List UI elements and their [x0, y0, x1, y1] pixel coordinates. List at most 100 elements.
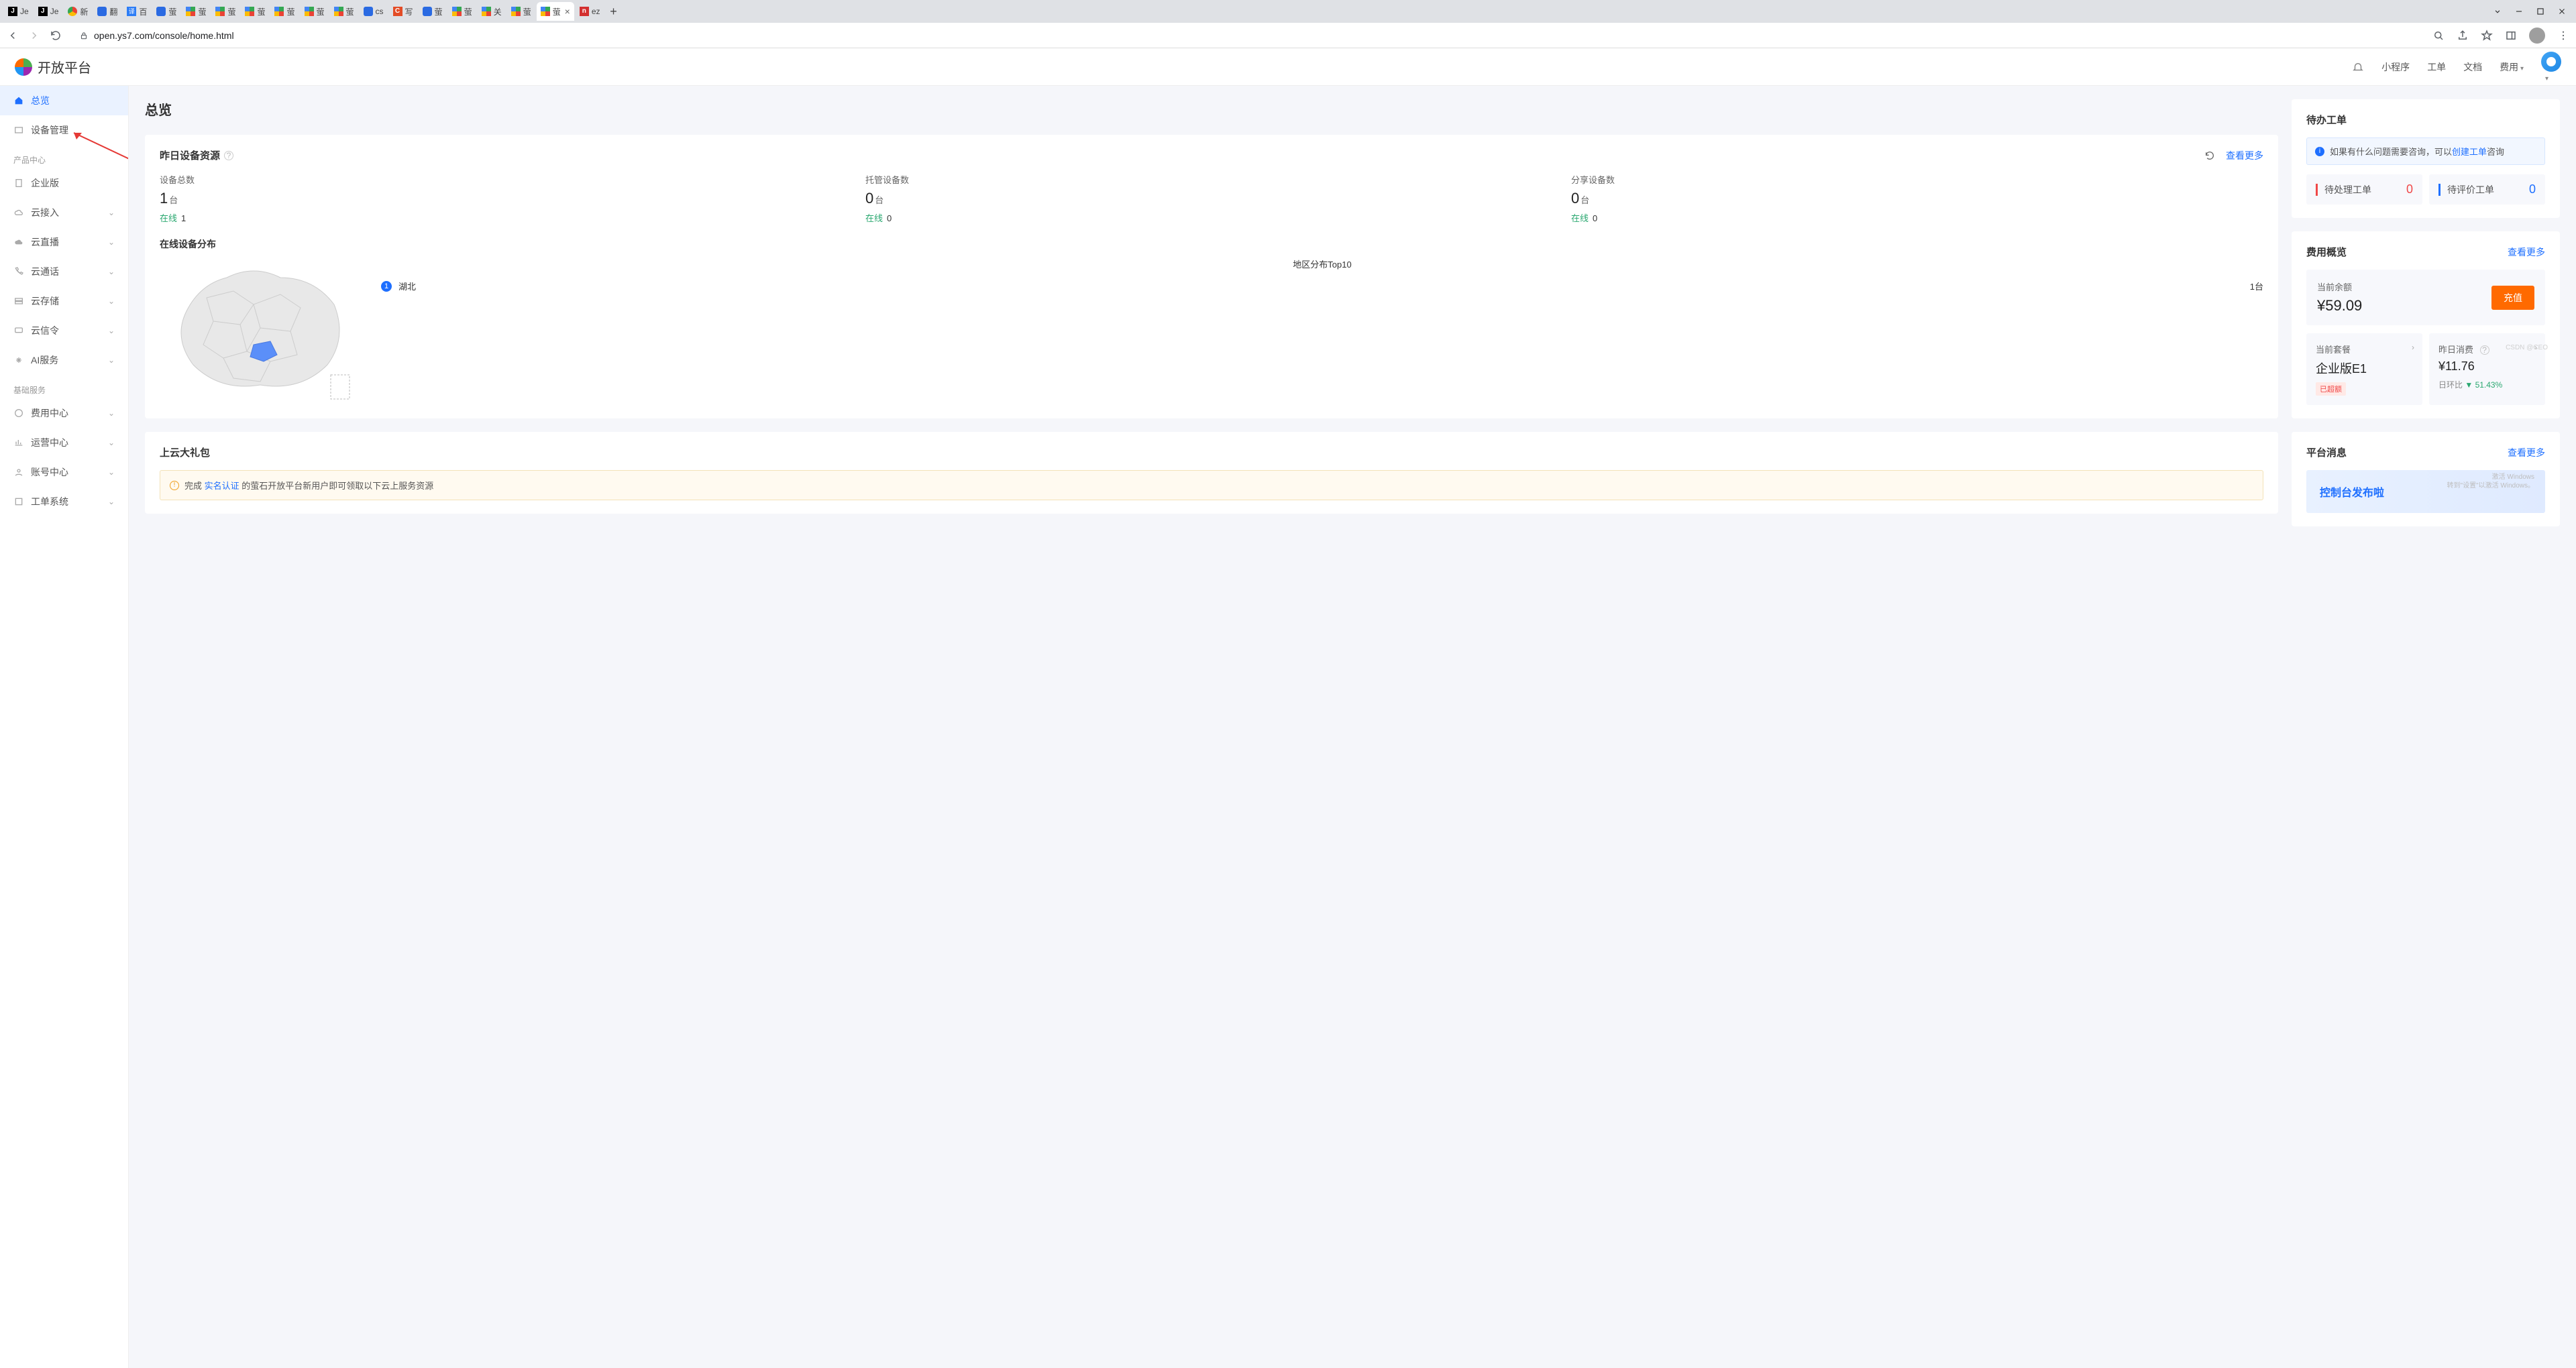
sidebar-item-enterprise[interactable]: 企业版	[0, 168, 128, 198]
card-cloud-gift: 上云大礼包 ! 完成 实名认证 的萤石开放平台新用户即可领取以下云上服务资源	[145, 432, 2278, 514]
browser-tab[interactable]: C写	[389, 2, 417, 21]
nav-docs[interactable]: 文档	[2463, 60, 2482, 74]
reload-icon[interactable]	[50, 30, 62, 42]
forward-icon[interactable]	[28, 30, 40, 42]
browser-tab[interactable]: 萤	[152, 2, 180, 21]
bell-icon[interactable]	[2352, 61, 2364, 73]
browser-tab[interactable]: 萤	[507, 2, 535, 21]
logo-icon	[15, 58, 32, 76]
main-content: 总览 昨日设备资源 ? 查看更多 设备总数 1台	[129, 86, 2576, 1368]
browser-tab-strip: JJe JJe 新 翻 译百 萤 萤 萤 萤 萤 萤 萤 cs C写 萤 萤 关…	[0, 0, 2576, 23]
help-icon[interactable]: ?	[2480, 345, 2489, 355]
kebab-menu-icon[interactable]	[2557, 30, 2569, 42]
chart-icon	[13, 437, 24, 448]
tabs-dropdown-icon[interactable]	[2493, 7, 2502, 16]
logo-text: 开放平台	[38, 57, 91, 76]
nav-fees[interactable]: 费用	[2500, 60, 2524, 74]
sidebar-item-ops-center[interactable]: 运营中心⌄	[0, 428, 128, 457]
back-icon[interactable]	[7, 30, 19, 42]
cloud-icon	[13, 237, 24, 247]
page-title: 总览	[145, 99, 2278, 119]
sidebar-item-overview[interactable]: 总览	[0, 86, 128, 115]
browser-tab[interactable]: 萤	[419, 2, 447, 21]
sidebar-item-cloud-access[interactable]: 云接入⌄	[0, 198, 128, 227]
review-tickets-box[interactable]: 待评价工单0	[2429, 174, 2545, 205]
stat-managed-devices: 托管设备数 0台 在线0	[865, 173, 1558, 224]
browser-tab[interactable]: 新	[64, 2, 92, 21]
browser-tab[interactable]: cs	[360, 2, 388, 21]
app-header: 开放平台 小程序 工单 文档 费用	[0, 48, 2576, 86]
url-input[interactable]: open.ys7.com/console/home.html	[71, 27, 2423, 44]
stat-shared-devices: 分享设备数 0台 在线0	[1571, 173, 2263, 224]
side-panel-icon[interactable]	[2505, 30, 2517, 42]
storage-icon	[13, 296, 24, 306]
ai-icon	[13, 355, 24, 365]
realname-link[interactable]: 实名认证	[205, 481, 239, 491]
profile-avatar-icon[interactable]	[2529, 27, 2545, 44]
view-more-link[interactable]: 查看更多	[2226, 149, 2263, 162]
browser-tab[interactable]: 萤	[301, 2, 329, 21]
lock-icon	[79, 31, 89, 40]
sidebar-group-product: 产品中心	[0, 145, 128, 168]
new-tab-button[interactable]: +	[606, 5, 622, 19]
sidebar-item-ai[interactable]: AI服务⌄	[0, 345, 128, 375]
browser-tab[interactable]: 译百	[123, 2, 151, 21]
refresh-icon[interactable]	[2204, 150, 2215, 161]
pending-tickets-box[interactable]: 待处理工单0	[2306, 174, 2422, 205]
sidebar-item-cloud-call[interactable]: 云通话⌄	[0, 257, 128, 286]
sidebar-item-devices[interactable]: 设备管理	[0, 115, 128, 145]
region-name: 湖北	[398, 280, 416, 292]
chevron-right-icon: ›	[2412, 343, 2414, 352]
url-text: open.ys7.com/console/home.html	[94, 30, 234, 41]
sidebar-item-cloud-signal[interactable]: 云信令⌄	[0, 316, 128, 345]
browser-tab[interactable]: 萤	[270, 2, 299, 21]
bookmark-star-icon[interactable]	[2481, 30, 2493, 42]
map-section-title: 在线设备分布	[160, 237, 2263, 251]
nav-miniprogram[interactable]: 小程序	[2381, 60, 2410, 74]
close-icon[interactable]: ×	[565, 6, 570, 17]
browser-tab[interactable]: 萤	[211, 2, 239, 21]
platform-message-banner[interactable]: 控制台发布啦 激活 Windows 转到"设置"以激活 Windows。	[2306, 470, 2545, 513]
over-quota-tag: 已超额	[2316, 382, 2346, 396]
share-icon[interactable]	[2457, 30, 2469, 42]
sidebar-item-cloud-live[interactable]: 云直播⌄	[0, 227, 128, 257]
nav-ticket[interactable]: 工单	[2427, 60, 2446, 74]
watermark-activate: 激活 Windows 转到"设置"以激活 Windows。	[2447, 473, 2534, 490]
maximize-icon[interactable]	[2536, 7, 2545, 16]
browser-tab-active[interactable]: 萤×	[537, 2, 574, 21]
card-todo-tickets: 待办工单 i 如果有什么问题需要咨询，可以创建工单咨询 待处理工单0 待评价工单…	[2292, 99, 2560, 218]
browser-tab[interactable]: nez	[576, 2, 604, 21]
create-ticket-banner: i 如果有什么问题需要咨询，可以创建工单咨询	[2306, 137, 2545, 165]
help-icon[interactable]: ?	[224, 151, 233, 160]
zoom-icon[interactable]	[2432, 30, 2445, 42]
phone-icon	[13, 266, 24, 277]
view-more-link[interactable]: 查看更多	[2508, 446, 2545, 459]
card-title: 费用概览	[2306, 245, 2347, 259]
realname-banner: ! 完成 实名认证 的萤石开放平台新用户即可领取以下云上服务资源	[160, 470, 2263, 500]
minimize-icon[interactable]	[2514, 7, 2524, 16]
card-device-resources: 昨日设备资源 ? 查看更多 设备总数 1台 在线1	[145, 135, 2278, 418]
sidebar-item-fee-center[interactable]: 费用中心⌄	[0, 398, 128, 428]
browser-tab[interactable]: 翻	[93, 2, 121, 21]
browser-tab[interactable]: 萤	[241, 2, 269, 21]
browser-tab[interactable]: 关	[478, 2, 506, 21]
browser-tab[interactable]: 萤	[330, 2, 358, 21]
browser-tab[interactable]: 萤	[448, 2, 476, 21]
view-more-link[interactable]: 查看更多	[2508, 245, 2545, 259]
card-platform-messages: 平台消息 查看更多 控制台发布啦 激活 Windows 转到"设置"以激活 Wi…	[2292, 432, 2560, 526]
ticket-icon	[13, 496, 24, 507]
user-menu[interactable]	[2541, 52, 2561, 82]
sidebar-item-cloud-storage[interactable]: 云存储⌄	[0, 286, 128, 316]
window-close-icon[interactable]	[2557, 7, 2567, 16]
sidebar-item-account[interactable]: 账号中心⌄	[0, 457, 128, 487]
card-cost-overview: 费用概览 查看更多 当前余额 ¥59.09 充值 › 当前套餐	[2292, 231, 2560, 418]
current-plan-box[interactable]: › 当前套餐 企业版E1 已超额	[2306, 333, 2422, 405]
create-ticket-link[interactable]: 创建工单	[2452, 147, 2487, 157]
browser-tab[interactable]: 萤	[182, 2, 210, 21]
browser-tab[interactable]: JJe	[34, 2, 63, 21]
recharge-button[interactable]: 充值	[2491, 286, 2534, 310]
logo[interactable]: 开放平台	[15, 57, 91, 76]
building-icon	[13, 178, 24, 188]
sidebar-item-ticket-system[interactable]: 工单系统⌄	[0, 487, 128, 516]
browser-tab[interactable]: JJe	[4, 2, 33, 21]
